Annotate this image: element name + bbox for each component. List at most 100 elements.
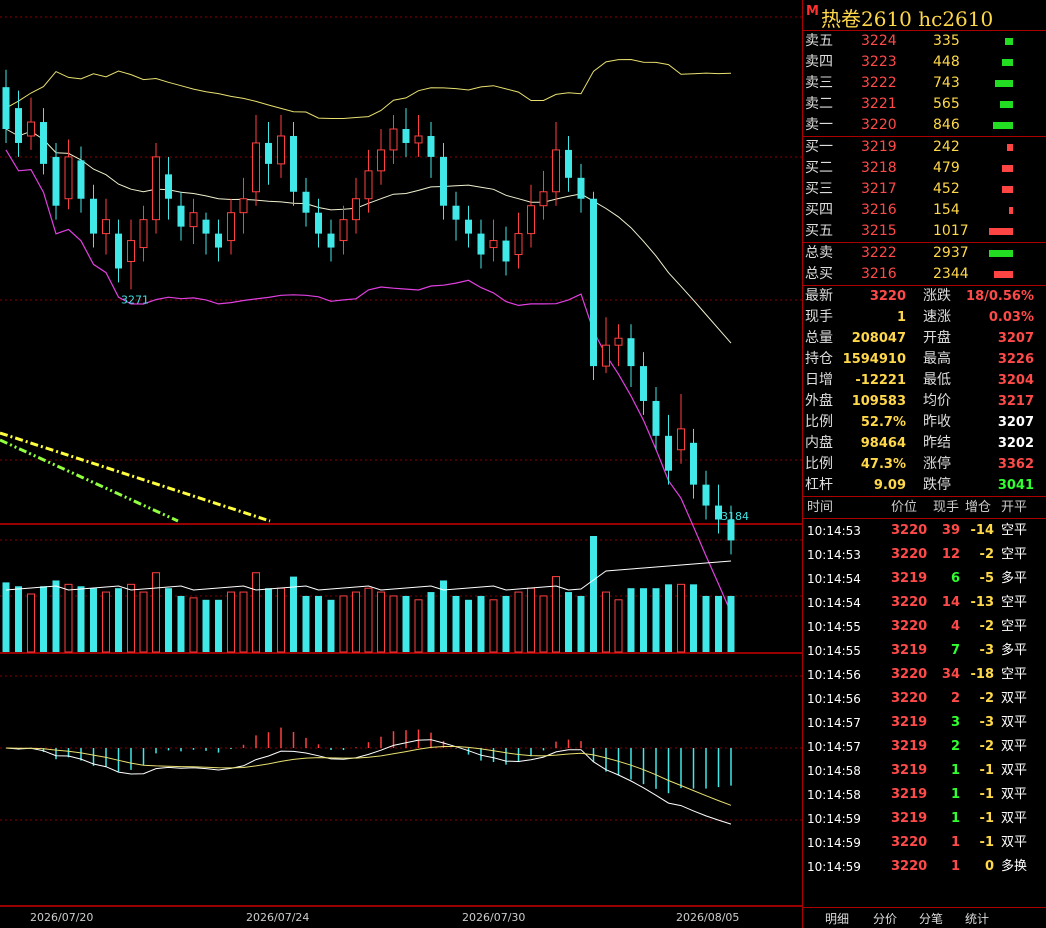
tab-trade-split[interactable]: 分笔 bbox=[919, 910, 943, 927]
tick-row[interactable]: 10:14:58 3219 1 -1 双平 bbox=[803, 759, 1046, 783]
stat-label: 杠杆 bbox=[805, 477, 833, 493]
candle-body bbox=[465, 219, 472, 234]
tick-row[interactable]: 10:14:56 3220 2 -2 双平 bbox=[803, 687, 1046, 711]
tab-price-split[interactable]: 分价 bbox=[873, 910, 897, 927]
tick-type: 空平 bbox=[1001, 667, 1028, 682]
tick-time: 10:14:58 bbox=[807, 788, 861, 802]
ask-row-3[interactable]: 卖三 3222 743 bbox=[803, 73, 1046, 94]
macd-dea-line bbox=[5, 746, 732, 806]
stat-label: 现手 bbox=[805, 309, 833, 325]
tick-row[interactable]: 10:14:53 3220 12 -2 空平 bbox=[803, 543, 1046, 567]
tick-row[interactable]: 10:14:59 3220 1 -1 双平 bbox=[803, 831, 1046, 855]
total-row-1[interactable]: 总卖 3222 2937 bbox=[803, 243, 1046, 264]
tick-price: 3219 bbox=[891, 763, 928, 778]
candle-body bbox=[690, 442, 697, 485]
tick-time: 10:14:59 bbox=[807, 836, 861, 850]
tick-hand: 39 bbox=[941, 523, 960, 538]
ask-row-2[interactable]: 卖四 3223 448 bbox=[803, 52, 1046, 73]
tick-hand: 1 bbox=[950, 835, 960, 850]
tick-row[interactable]: 10:14:55 3220 4 -2 空平 bbox=[803, 615, 1046, 639]
tick-hand: 34 bbox=[941, 667, 960, 682]
candle-body bbox=[402, 129, 410, 143]
tick-oi-change: -18 bbox=[970, 667, 995, 682]
total-row-2[interactable]: 总买 3216 2344 bbox=[803, 264, 1046, 285]
tick-type: 空平 bbox=[1001, 595, 1028, 610]
candle-body bbox=[239, 198, 248, 214]
bid-volume-bar bbox=[1007, 144, 1013, 151]
candle-body bbox=[27, 121, 35, 137]
tick-oi-change: 0 bbox=[984, 859, 994, 874]
tick-row[interactable]: 10:14:55 3219 7 -3 多平 bbox=[803, 639, 1046, 663]
volume-bar bbox=[414, 599, 423, 653]
volume-bar bbox=[489, 599, 498, 653]
total-volume-bar bbox=[989, 250, 1013, 257]
bid-row-4[interactable]: 买四 3216 154 bbox=[803, 200, 1046, 221]
tab-detail[interactable]: 明细 bbox=[825, 910, 849, 927]
tick-list[interactable]: 10:14:53 3220 39 -14 空平 10:14:53 3220 12 -2 空平 10:… bbox=[803, 519, 1046, 879]
stat-value: 3204 bbox=[997, 373, 1034, 388]
tick-oi-change: -1 bbox=[979, 811, 994, 826]
tick-type: 双平 bbox=[1001, 811, 1028, 826]
boll-upper-line bbox=[5, 58, 732, 119]
volume-bar bbox=[389, 595, 398, 653]
volume-bar bbox=[440, 580, 447, 652]
volume-bar bbox=[614, 599, 623, 653]
ask-row-5[interactable]: 卖一 3220 846 bbox=[803, 115, 1046, 136]
bid-volume-bar bbox=[989, 228, 1013, 235]
tick-row[interactable]: 10:14:57 3219 3 -3 双平 bbox=[803, 711, 1046, 735]
tick-row[interactable]: 10:14:59 3219 1 -1 双平 bbox=[803, 807, 1046, 831]
tick-row[interactable]: 10:14:54 3219 6 -5 多平 bbox=[803, 567, 1046, 591]
tick-row[interactable]: 10:14:58 3219 1 -1 双平 bbox=[803, 783, 1046, 807]
ticks-header-oi: 增仓 bbox=[965, 500, 992, 515]
candle-body bbox=[627, 338, 635, 367]
bid-row-2[interactable]: 买二 3218 479 bbox=[803, 158, 1046, 179]
volume-bar bbox=[665, 584, 672, 652]
kline-chart[interactable]: 3271 3184 2026/07/20 2026/07/24 2026/07/30 20… bbox=[0, 0, 802, 928]
candle-body bbox=[377, 149, 385, 172]
volume-bar bbox=[102, 591, 110, 653]
tick-row[interactable]: 10:14:59 3220 1 0 多换 bbox=[803, 855, 1046, 879]
tick-type: 空平 bbox=[1001, 523, 1028, 538]
bid-volume-bar bbox=[1009, 207, 1013, 214]
candle-body bbox=[502, 240, 510, 262]
ask-volume: 743 bbox=[933, 75, 960, 91]
volume-bar bbox=[715, 595, 722, 652]
tick-row[interactable]: 10:14:56 3220 34 -18 空平 bbox=[803, 663, 1046, 687]
tab-statistics[interactable]: 统计 bbox=[965, 910, 989, 927]
stat-label: 均价 bbox=[923, 393, 951, 409]
volume-bar bbox=[177, 595, 185, 652]
volume-bar bbox=[277, 587, 285, 653]
volume-bar bbox=[627, 588, 635, 652]
stat-label: 持仓 bbox=[805, 351, 833, 367]
stat-label: 速涨 bbox=[923, 309, 951, 325]
volume-bar bbox=[202, 599, 210, 652]
volume-bar bbox=[702, 595, 710, 652]
ask-price: 3222 bbox=[861, 75, 897, 91]
stat-label: 外盘 bbox=[805, 393, 833, 409]
bid-row-1[interactable]: 买一 3219 242 bbox=[803, 137, 1046, 158]
bid-row-3[interactable]: 买三 3217 452 bbox=[803, 179, 1046, 200]
tick-row[interactable]: 10:14:57 3219 2 -2 双平 bbox=[803, 735, 1046, 759]
tick-row[interactable]: 10:14:53 3220 39 -14 空平 bbox=[803, 519, 1046, 543]
annotation-low-1: 3271 bbox=[121, 293, 149, 306]
volume-bar bbox=[90, 588, 97, 652]
tick-hand: 1 bbox=[950, 787, 960, 802]
volume-bar bbox=[514, 591, 523, 653]
ask-volume: 335 bbox=[933, 33, 960, 49]
stat-row: 日增 -12221 最低 3204 bbox=[803, 370, 1046, 391]
tick-time: 10:14:53 bbox=[807, 524, 861, 538]
stat-value: 9.09 bbox=[873, 478, 906, 493]
tick-row[interactable]: 10:14:54 3220 14 -13 空平 bbox=[803, 591, 1046, 615]
ticks-header-time: 时间 bbox=[807, 500, 834, 515]
market-marker: M bbox=[806, 4, 819, 19]
stat-row: 持仓 1594910 最高 3226 bbox=[803, 349, 1046, 370]
candle-body bbox=[452, 205, 460, 220]
bid-row-5[interactable]: 买五 3215 1017 bbox=[803, 221, 1046, 242]
ask-row-1[interactable]: 卖五 3224 335 bbox=[803, 31, 1046, 52]
ask-row-4[interactable]: 卖二 3221 565 bbox=[803, 94, 1046, 115]
candle-body bbox=[252, 142, 260, 193]
kline-chart-area[interactable]: 3271 3184 2026/07/20 2026/07/24 2026/07/30 20… bbox=[0, 0, 802, 928]
candle-body bbox=[364, 170, 373, 200]
tick-price: 3220 bbox=[891, 667, 928, 682]
candle-body bbox=[90, 198, 97, 234]
